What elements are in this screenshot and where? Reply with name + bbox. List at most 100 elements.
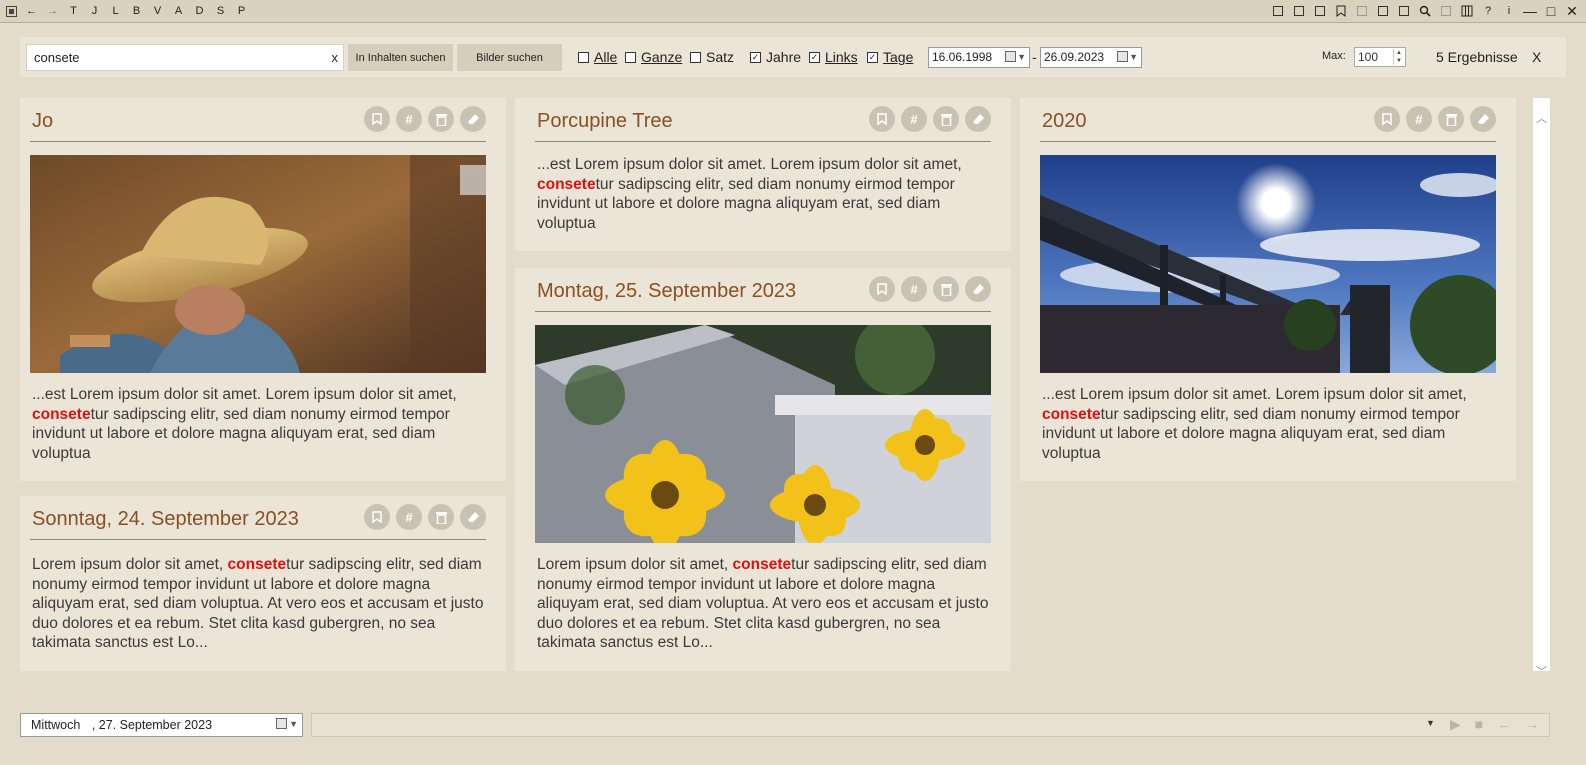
forward-arrow-icon[interactable]: →: [46, 3, 59, 19]
bookmark-icon[interactable]: [869, 276, 895, 302]
trash-icon[interactable]: [933, 106, 959, 132]
hashtag-icon[interactable]: #: [901, 276, 927, 302]
filter-ganze[interactable]: Ganze: [625, 49, 682, 65]
menu-p[interactable]: P: [235, 3, 248, 19]
bookmark-icon[interactable]: [869, 106, 895, 132]
trash-icon[interactable]: [428, 504, 454, 530]
image-icon[interactable]: [1438, 3, 1454, 19]
card-excerpt: Lorem ipsum dolor sit amet, consetetur s…: [32, 556, 484, 651]
result-card-porcupine-tree[interactable]: Porcupine Tree # ...est Lorem ipsum dolo…: [515, 98, 1011, 251]
bookmark-icon[interactable]: [1333, 3, 1349, 19]
eraser-icon[interactable]: [460, 106, 486, 132]
date-from-value: 16.06.1998: [932, 50, 993, 64]
result-card-jo[interactable]: Jo # ...est Lorem ipsum dolor sit amet. …: [20, 98, 506, 481]
minimize-button[interactable]: —: [1522, 3, 1538, 19]
search-images-button[interactable]: Bilder suchen: [457, 44, 562, 71]
result-card-montag[interactable]: Montag, 25. September 2023 # Lorem ipsum…: [515, 268, 1011, 671]
list-icon[interactable]: [1291, 3, 1307, 19]
menu-j[interactable]: J: [88, 3, 101, 19]
search-input[interactable]: [27, 45, 317, 70]
maximize-button[interactable]: □: [1543, 3, 1559, 19]
filter-tage[interactable]: ✓ Tage: [867, 49, 913, 65]
search-clear-button[interactable]: x: [332, 50, 339, 65]
app-menu-icon[interactable]: [6, 6, 17, 17]
checkbox-checked-icon[interactable]: ✓: [750, 51, 761, 63]
menu-b[interactable]: B: [130, 3, 143, 19]
card-image-cowboy[interactable]: [30, 155, 486, 373]
window-icon[interactable]: [1375, 3, 1391, 19]
play-icon[interactable]: ▶: [1450, 716, 1461, 733]
title-bar-right: ? i — □ ✕: [1270, 3, 1580, 19]
trash-icon[interactable]: [933, 276, 959, 302]
hashtag-icon[interactable]: #: [1406, 106, 1432, 132]
menu-l[interactable]: L: [109, 3, 122, 19]
filter-label: Tage: [883, 49, 914, 65]
filter-satz[interactable]: Satz: [690, 49, 734, 65]
calendar-icon[interactable]: [1117, 51, 1129, 62]
vertical-scrollbar[interactable]: ︿ ﹀: [1533, 98, 1550, 678]
current-date-field[interactable]: Mittwoch , 27. September 2023 ▼: [20, 713, 303, 737]
menu-a[interactable]: A: [172, 3, 185, 19]
checkbox-icon[interactable]: [690, 51, 701, 63]
card-image-sky[interactable]: [1040, 155, 1496, 373]
search-icon[interactable]: [1417, 3, 1433, 19]
eraser-icon[interactable]: [1470, 106, 1496, 132]
close-doc-icon[interactable]: [1396, 3, 1412, 19]
info-icon[interactable]: i: [1501, 3, 1517, 19]
date-from-field[interactable]: 16.06.1998 ▼: [928, 47, 1030, 68]
search-close-button[interactable]: X: [1532, 49, 1541, 65]
date-separator: -: [1032, 49, 1037, 65]
eraser-icon[interactable]: [965, 276, 991, 302]
chevron-up-icon[interactable]: ︿: [1536, 110, 1547, 126]
bookmark-icon[interactable]: [1374, 106, 1400, 132]
edit-icon[interactable]: [1312, 3, 1328, 19]
menu-v[interactable]: V: [151, 3, 164, 19]
result-card-2020[interactable]: 2020 # ...est Lorem ipsum dolor sit amet…: [1020, 98, 1516, 481]
chevron-down-icon[interactable]: ▼: [1426, 718, 1435, 728]
bookmark-icon[interactable]: [364, 106, 390, 132]
result-card-sonntag[interactable]: Sonntag, 24. September 2023 # Lorem ipsu…: [20, 496, 506, 671]
checkbox-icon[interactable]: [625, 51, 636, 63]
spin-buttons[interactable]: ▲ ▼: [1393, 49, 1404, 65]
eraser-icon[interactable]: [965, 106, 991, 132]
search-content-button[interactable]: In Inhalten suchen: [348, 44, 453, 71]
card-divider: [30, 141, 486, 142]
hashtag-icon[interactable]: #: [901, 106, 927, 132]
filter-links[interactable]: ✓ Links: [809, 49, 858, 65]
checkbox-icon[interactable]: [578, 51, 589, 63]
calendar-icon[interactable]: [1005, 51, 1017, 62]
menu-d[interactable]: D: [193, 3, 206, 19]
back-arrow-icon[interactable]: ←: [25, 3, 38, 19]
chevron-down-icon[interactable]: ﹀: [1536, 663, 1547, 679]
date-to-field[interactable]: 26.09.2023 ▼: [1040, 47, 1142, 68]
checkbox-checked-icon[interactable]: ✓: [809, 51, 820, 63]
help-icon[interactable]: ?: [1480, 3, 1496, 19]
filter-label: Satz: [706, 49, 735, 65]
chevron-down-icon[interactable]: ▼: [289, 719, 298, 729]
chevron-down-icon[interactable]: ▼: [1129, 52, 1138, 62]
trash-icon[interactable]: [1438, 106, 1464, 132]
title-bar-left: ← → T J L B V A D S P: [6, 3, 248, 19]
max-stepper[interactable]: 100 ▲ ▼: [1354, 47, 1406, 67]
columns-icon[interactable]: [1459, 3, 1475, 19]
filter-jahre[interactable]: ✓ Jahre: [750, 49, 801, 65]
doc-icon[interactable]: [1270, 3, 1286, 19]
filter-label: Jahre: [766, 49, 802, 65]
calendar-icon[interactable]: [276, 718, 288, 729]
trash-icon[interactable]: [428, 106, 454, 132]
arrow-right-icon[interactable]: →: [1525, 716, 1539, 733]
bookmark-icon[interactable]: [364, 504, 390, 530]
grid-icon[interactable]: [1354, 3, 1370, 19]
menu-t[interactable]: T: [67, 3, 80, 19]
eraser-icon[interactable]: [460, 504, 486, 530]
window-close-button[interactable]: ✕: [1564, 3, 1580, 19]
menu-s[interactable]: S: [214, 3, 227, 19]
chevron-down-icon[interactable]: ▼: [1017, 52, 1026, 62]
stop-icon[interactable]: ■: [1475, 716, 1483, 733]
filter-alle[interactable]: Alle: [578, 49, 617, 65]
hashtag-icon[interactable]: #: [396, 106, 422, 132]
arrow-left-icon[interactable]: ←: [1497, 716, 1511, 733]
card-image-flowers[interactable]: [535, 325, 991, 543]
hashtag-icon[interactable]: #: [396, 504, 422, 530]
checkbox-checked-icon[interactable]: ✓: [867, 51, 878, 63]
